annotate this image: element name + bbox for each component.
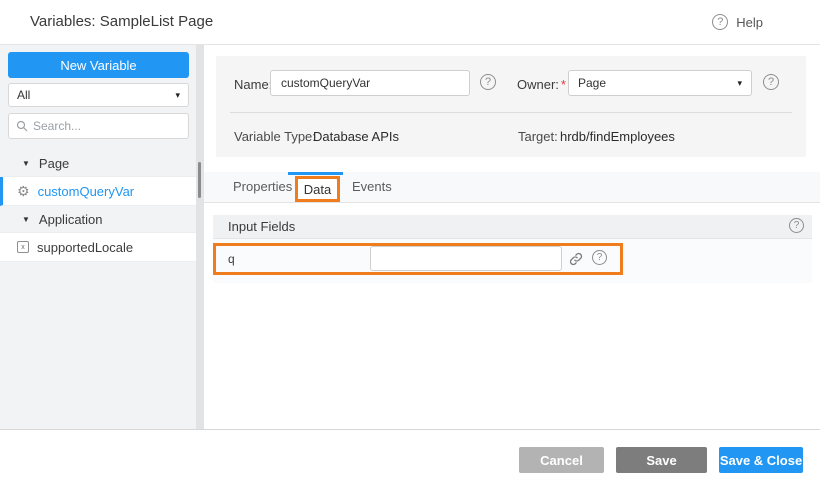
tree-group-application[interactable]: ▼ Application [0,206,196,233]
input-field-q-label: q [228,252,235,266]
input-field-q[interactable] [370,246,562,271]
target-label: Target: [518,129,558,144]
cancel-button[interactable]: Cancel [519,447,604,473]
detail-tabbar: Properties Data Events [204,172,820,203]
variable-type-value: Database APIs [313,129,399,144]
owner-value: Page [578,76,606,90]
variables-sidebar: New Variable All ▾ ▼ Page ⚙ customQueryV… [0,45,196,429]
variable-detail-panel: Name:* ? Owner:* Page ▾ ? Variable Type:… [204,45,820,429]
help-icon[interactable]: ? [712,14,728,30]
name-field[interactable] [270,70,470,96]
owner-label: Owner:* [517,77,566,92]
scrollbar-thumb[interactable] [198,162,201,198]
chevron-down-icon: ▾ [175,90,180,101]
variable-type-label: Variable Type: [234,129,316,144]
required-asterisk: * [561,77,566,92]
service-variable-gear-icon: ⚙ [17,184,30,198]
dialog-titlebar: Variables: SampleList Page ? Help [0,0,820,45]
tree-group-label: Application [39,212,103,227]
save-close-button[interactable]: Save & Close [719,447,803,473]
variable-summary-card: Name:* ? Owner:* Page ▾ ? Variable Type:… [216,56,806,157]
chevron-down-icon: ▾ [737,78,742,89]
help-button[interactable]: ? Help [712,0,763,44]
owner-help-icon[interactable]: ? [763,74,779,90]
target-value: hrdb/findEmployees [560,129,675,144]
tab-data-label: Data [304,182,331,197]
variables-dialog: Variables: SampleList Page ? Help New Va… [0,0,820,489]
sidebar-scrollbar[interactable] [196,45,204,429]
collapse-arrow-icon[interactable]: ▼ [22,159,30,168]
variable-search[interactable] [8,113,189,139]
new-variable-button[interactable]: New Variable [8,52,189,78]
tree-item-customqueryvar[interactable]: ⚙ customQueryVar [0,177,196,206]
active-tab-indicator [288,172,343,175]
help-label[interactable]: Help [736,15,763,30]
variable-filter-dropdown[interactable]: All ▾ [8,83,189,107]
tab-events[interactable]: Events [352,172,392,202]
static-variable-icon: x [17,241,29,253]
filter-value: All [17,88,30,102]
tab-data[interactable]: Data [295,176,340,202]
save-button[interactable]: Save [616,447,707,473]
input-fields-body: q ? [213,239,812,283]
tab-properties[interactable]: Properties [233,172,292,202]
page-title: Variables: SampleList Page [30,0,213,44]
annotation-input-row: q ? [213,243,623,275]
card-divider [230,112,792,113]
owner-select[interactable]: Page ▾ [568,70,752,96]
input-fields-help-icon[interactable]: ? [789,218,804,233]
tree-group-page[interactable]: ▼ Page [0,150,196,177]
tree-item-label: supportedLocale [37,240,133,255]
bind-link-icon[interactable] [568,251,584,267]
input-fields-title: Input Fields [228,219,295,234]
search-icon [16,120,28,132]
input-fields-header: Input Fields ? [213,215,812,239]
tree-item-label: customQueryVar [38,184,135,199]
search-input[interactable] [33,119,173,133]
collapse-arrow-icon[interactable]: ▼ [22,215,30,224]
tree-group-label: Page [39,156,69,171]
input-field-help-icon[interactable]: ? [592,250,607,265]
dialog-footer: Cancel Save Save & Close [0,429,820,489]
name-help-icon[interactable]: ? [480,74,496,90]
tree-item-supportedlocale[interactable]: x supportedLocale [0,233,196,262]
variables-tree: ▼ Page ⚙ customQueryVar ▼ Application x … [0,150,196,262]
